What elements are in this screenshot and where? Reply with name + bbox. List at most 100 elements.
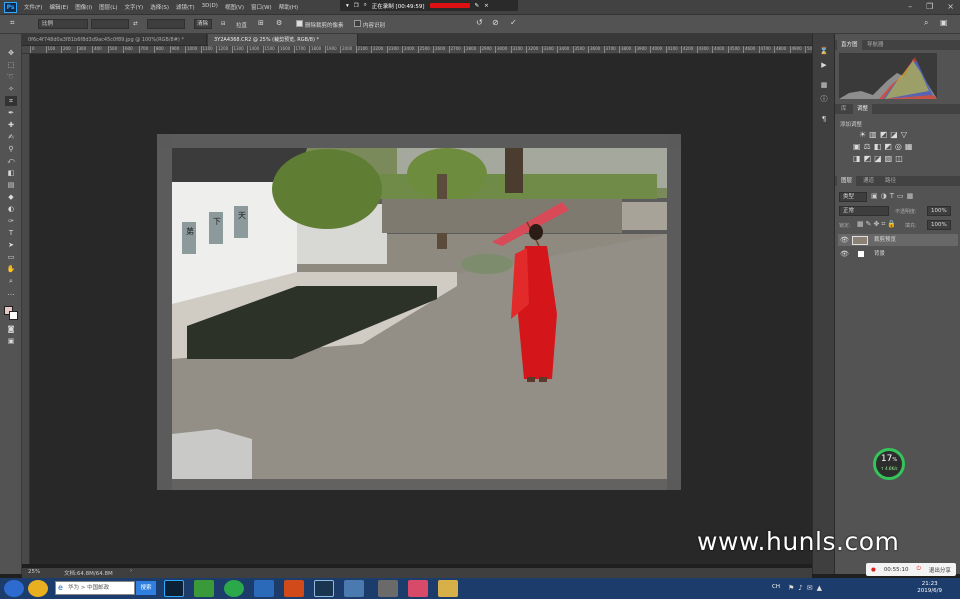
menu-3d[interactable]: 3D(D) [202, 3, 218, 11]
history-brush-tool-icon[interactable]: ⤺ [5, 156, 17, 166]
type-tool-icon[interactable]: T [5, 228, 17, 238]
tab-histogram[interactable]: 直方图 [837, 40, 862, 50]
adjust-icons-row-2[interactable]: ▣⚖◧◩◎▦ [853, 142, 915, 151]
menu-filter[interactable]: 滤镜(T) [176, 3, 195, 11]
hand-tool-icon[interactable]: ✋ [5, 264, 17, 274]
fill-input[interactable]: 100% [927, 220, 951, 230]
ratio-select[interactable]: 比例 [38, 19, 88, 29]
crop-preview-image[interactable]: 苐 下 天 [157, 134, 681, 490]
clock[interactable]: 21:23 2019/6/9 [917, 581, 942, 595]
chevron-right-icon[interactable]: › [130, 568, 132, 574]
reset-icon[interactable]: ↺ [476, 18, 483, 27]
tab-paths[interactable]: 路径 [881, 176, 900, 186]
blur-tool-icon[interactable]: ◆ [5, 192, 17, 202]
close-icon[interactable]: × [484, 3, 489, 9]
content-aware-checkbox[interactable] [354, 20, 361, 27]
menu-file[interactable]: 文件(F) [24, 3, 42, 11]
properties-icon[interactable]: ▦ [818, 80, 830, 90]
eraser-tool-icon[interactable]: ◧ [5, 168, 17, 178]
cancel-icon[interactable]: ⊘ [492, 18, 499, 27]
search-input[interactable]: e 华为 > 中国邮政 [55, 581, 135, 595]
play-icon[interactable]: ▶ [818, 60, 830, 70]
rectangle-tool-icon[interactable]: ▭ [5, 252, 17, 262]
character-icon[interactable]: ¶ [818, 114, 830, 124]
start-icon[interactable] [4, 580, 24, 597]
pen-tool-icon[interactable]: ✑ [5, 216, 17, 226]
adjust-icons-row-3[interactable]: ◨◩◪▧◫ [853, 154, 906, 163]
quick-mask-icon[interactable]: ◙ [5, 324, 17, 334]
window-icon[interactable]: ❐ [354, 3, 359, 9]
maximize-icon[interactable]: ❐ [926, 2, 933, 11]
screen-mode-icon[interactable]: ▣ [5, 336, 17, 346]
powerpoint-icon[interactable] [284, 580, 304, 597]
tab-navigator[interactable]: 导航器 [863, 40, 888, 50]
chat-icon[interactable] [408, 580, 428, 597]
straighten-icon[interactable]: ⊟ [221, 21, 226, 27]
menu-type[interactable]: 文字(Y) [125, 3, 144, 11]
zoom-level[interactable]: 25% [28, 569, 40, 575]
marquee-tool-icon[interactable]: ⬚ [5, 60, 17, 70]
healing-brush-tool-icon[interactable]: ✚ [5, 120, 17, 130]
search-button[interactable]: 搜索 [136, 581, 156, 595]
crop-icon[interactable]: ⌗ [10, 18, 15, 28]
layer-kind-filter[interactable]: 类型 [839, 192, 867, 202]
folder-icon[interactable] [438, 580, 458, 597]
ime-indicator[interactable]: CH [772, 584, 780, 590]
tab-adjustments[interactable]: 调整 [853, 104, 873, 114]
background-color-swatch[interactable] [9, 311, 18, 320]
filter-icons[interactable]: ▣◑T▭▦ [871, 192, 916, 200]
pen-icon[interactable]: ✎ [475, 3, 480, 9]
clone-stamp-tool-icon[interactable]: ⚲ [5, 144, 17, 154]
clear-button[interactable]: 清除 [194, 19, 212, 29]
tab-layers[interactable]: 图层 [837, 176, 857, 186]
eye-icon[interactable]: 👁 [840, 234, 849, 246]
move-tool-icon[interactable]: ✥ [5, 48, 17, 58]
tab-channels[interactable]: 通道 [859, 176, 878, 186]
exit-share-button[interactable]: 退出分享 [929, 566, 951, 574]
menu-view[interactable]: 视图(V) [225, 3, 244, 11]
lightroom-icon[interactable] [314, 580, 334, 597]
swap-icon[interactable]: ⇄ [133, 21, 138, 27]
wechat-icon[interactable] [194, 580, 214, 597]
tab-library[interactable]: 库 [837, 104, 851, 114]
menu-window[interactable]: 窗口(W) [251, 3, 272, 11]
tab-document-2[interactable]: 3Y2A4368.CR2 @ 25% (裁剪预览, RGB/8) * [208, 34, 358, 46]
graduation-icon[interactable] [378, 580, 398, 597]
path-selection-tool-icon[interactable]: ➤ [5, 240, 17, 250]
magic-wand-tool-icon[interactable]: ✧ [5, 84, 17, 94]
layer-row[interactable]: 👁 背景 [838, 248, 958, 260]
photoshop-taskbar-icon[interactable] [164, 580, 184, 597]
workspace-icon[interactable]: ▣ [940, 18, 948, 27]
chevron-down-icon[interactable]: ▾ [346, 3, 349, 9]
network-meter[interactable]: 17% ↑ 4.6K/s [873, 448, 905, 480]
pinned-app-icon[interactable] [28, 580, 48, 597]
lasso-tool-icon[interactable]: ➰ [5, 72, 17, 82]
blend-mode-select[interactable]: 正常 [839, 206, 889, 216]
tray-icons[interactable]: ⚑♪✉▲ [788, 584, 826, 592]
menu-layer[interactable]: 图层(L) [99, 3, 117, 11]
more-tools-icon[interactable]: … [5, 288, 17, 298]
menu-image[interactable]: 图像(I) [75, 3, 92, 11]
photos-icon[interactable] [344, 580, 364, 597]
menu-help[interactable]: 帮助(H) [279, 3, 298, 11]
power-icon[interactable]: ⏻ [917, 566, 921, 573]
browser-icon[interactable] [224, 580, 244, 597]
zoom-tool-icon[interactable]: ⌕ [5, 276, 17, 286]
dodge-tool-icon[interactable]: ◐ [5, 204, 17, 214]
brush-tool-icon[interactable]: ✍ [5, 132, 17, 142]
eye-icon[interactable]: 👁 [840, 248, 849, 260]
close-icon[interactable]: × [947, 2, 954, 11]
menu-select[interactable]: 选择(S) [150, 3, 169, 11]
eyedropper-tool-icon[interactable]: ✒ [5, 108, 17, 118]
lock-icons[interactable]: ▦✎✥⌗🔒 [857, 220, 898, 229]
menu-edit[interactable]: 编辑(E) [49, 3, 68, 11]
layer-row[interactable]: 👁 裁剪预览 [838, 234, 958, 246]
delete-cropped-checkbox[interactable] [296, 20, 303, 27]
height-input[interactable] [147, 19, 185, 29]
app-icon[interactable] [254, 580, 274, 597]
search-icon[interactable]: ⌕ [364, 2, 367, 9]
width-input[interactable] [91, 19, 129, 29]
grid-overlay-icon[interactable]: ⊞ [258, 19, 264, 27]
crop-tool-icon[interactable]: ⌗ [5, 96, 17, 106]
tab-document-1[interactable]: 0f6c4f748d0a3f81b6f8d3d9ac45c0f89.jpg @ … [22, 34, 207, 46]
